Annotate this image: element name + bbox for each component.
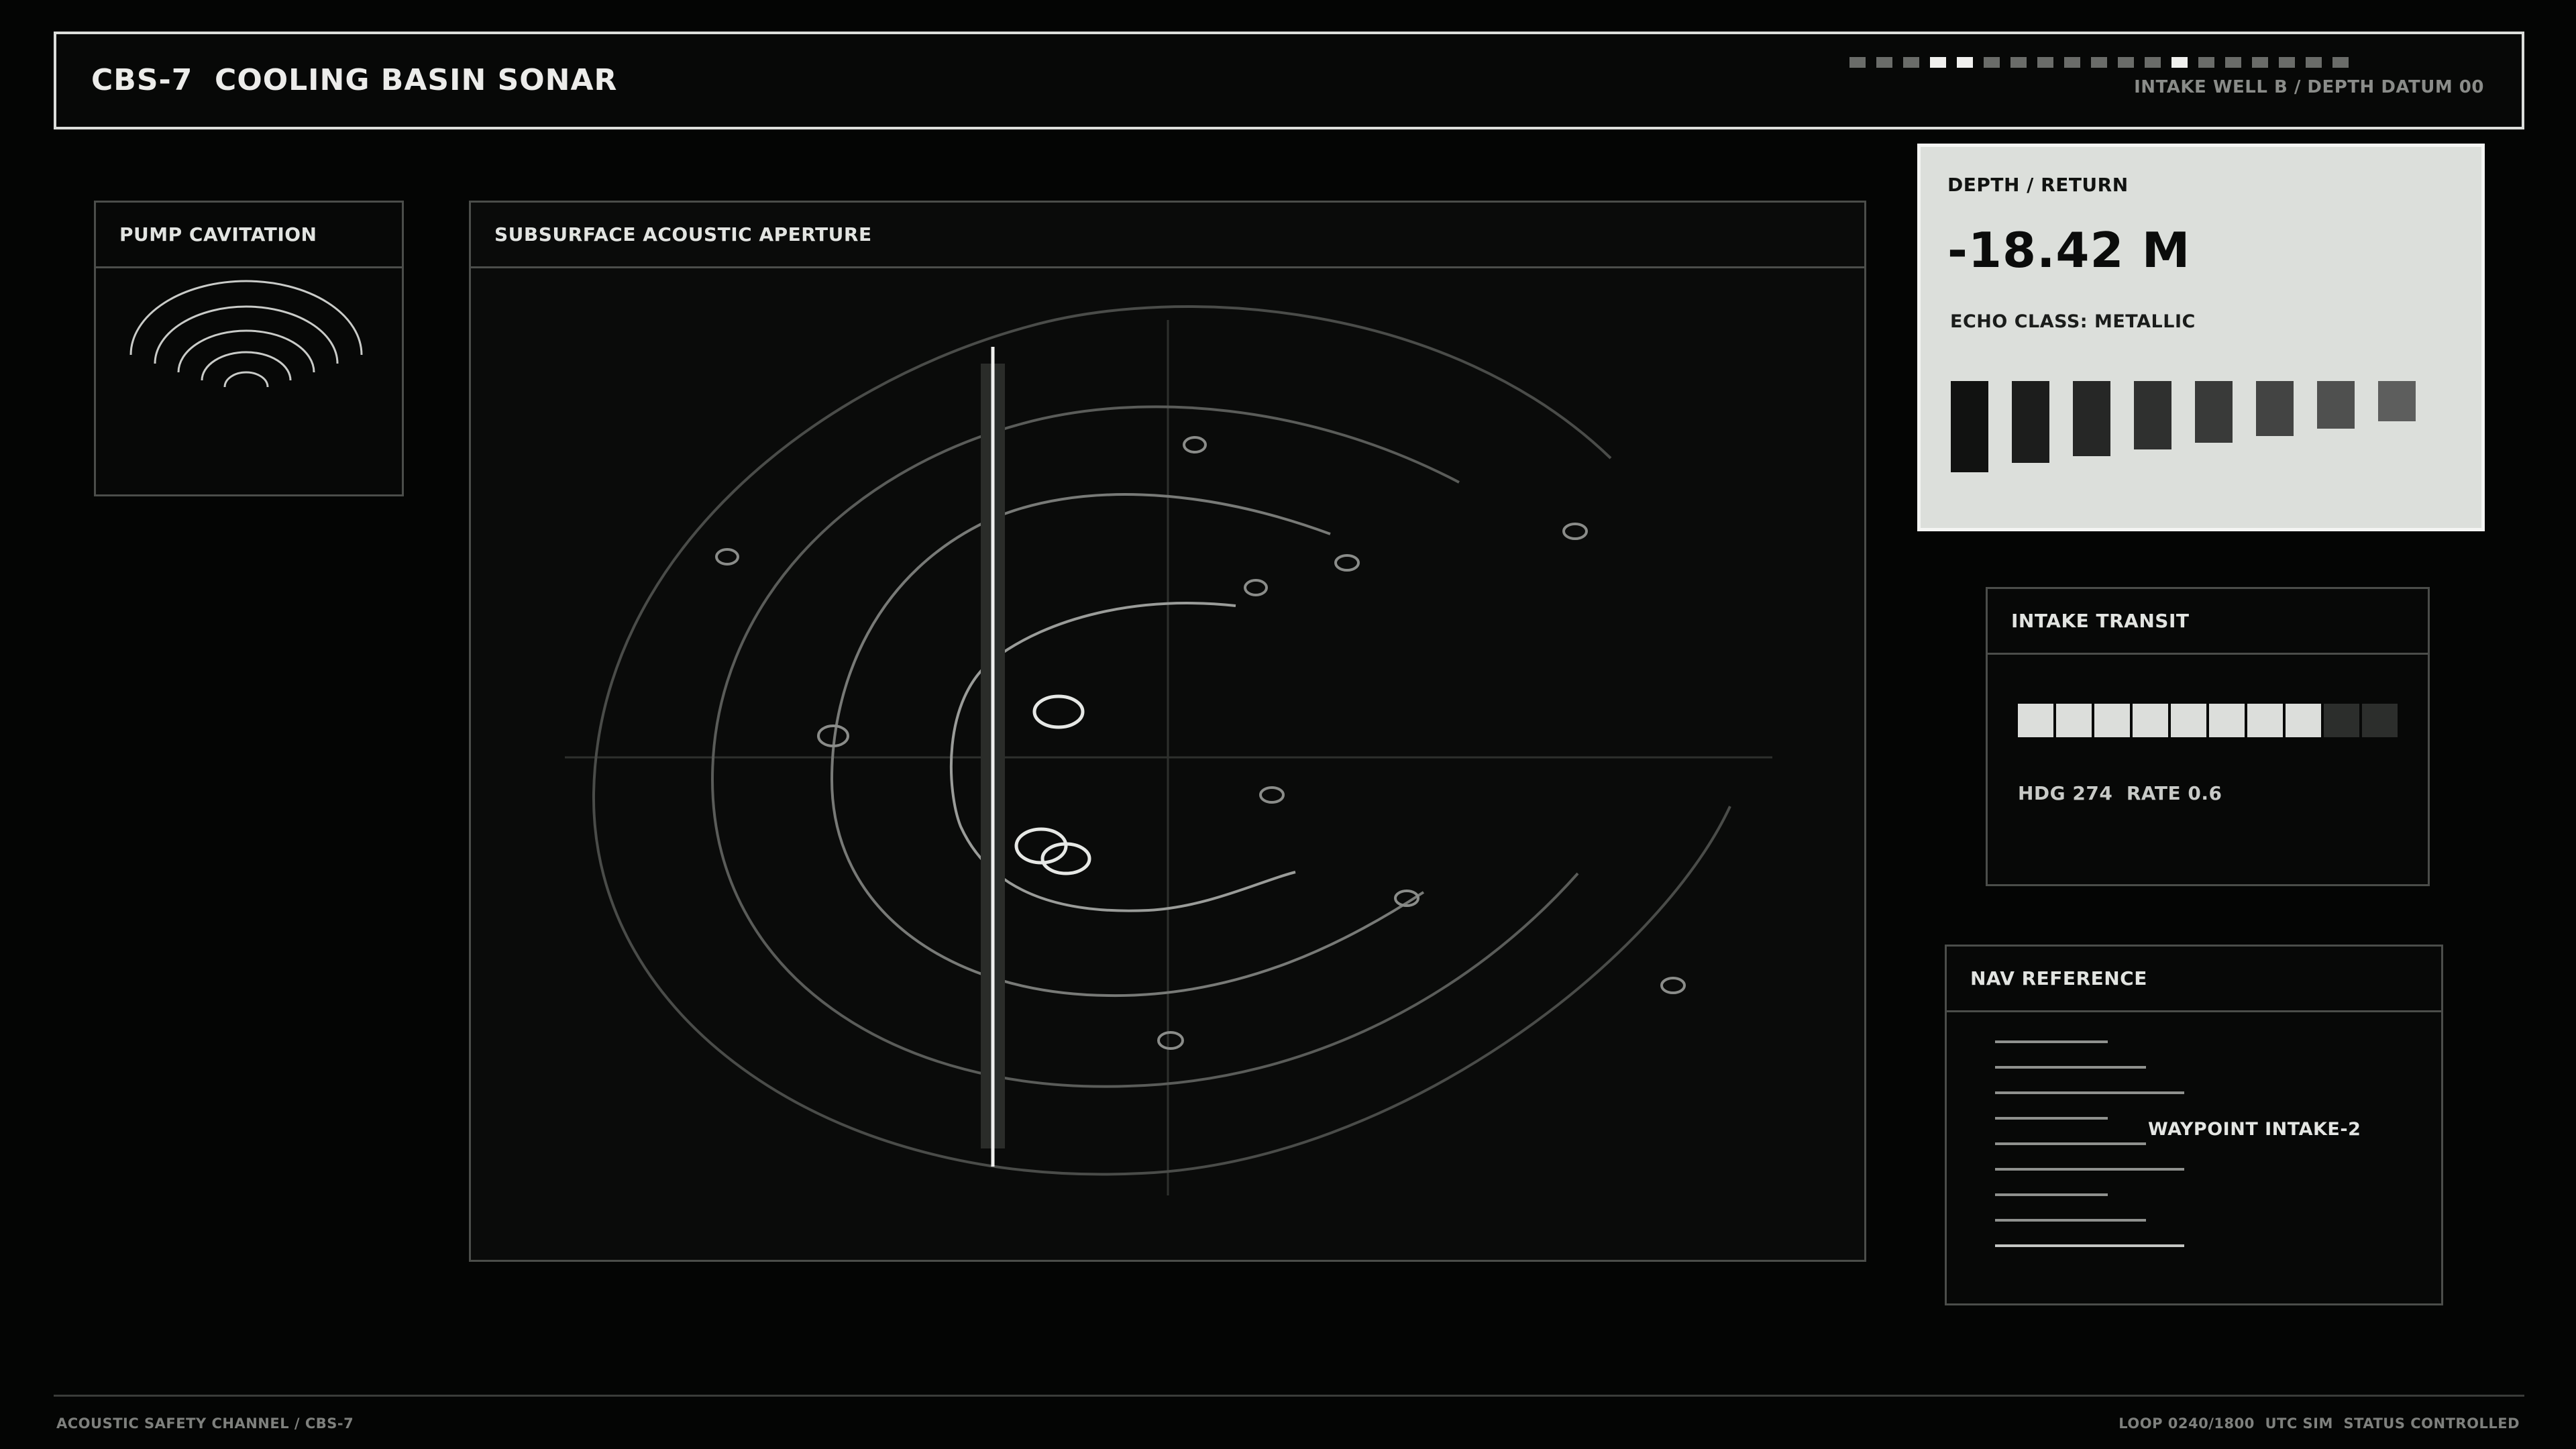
transit-segment <box>2056 704 2092 737</box>
echo-bar <box>2378 381 2416 421</box>
transit-segment <box>2362 704 2398 737</box>
transit-segment <box>2324 704 2359 737</box>
progress-dot <box>2091 57 2107 68</box>
echo-bar <box>2073 381 2110 456</box>
contact-marker <box>1183 436 1207 453</box>
footer-channel-label: ACOUSTIC SAFETY CHANNEL / CBS-7 <box>56 1415 354 1432</box>
waypoint-label: WAYPOINT INTAKE-2 <box>2148 1119 2361 1140</box>
nav-panel-title: NAV REFERENCE <box>1970 967 2147 989</box>
transit-segment <box>2209 704 2245 737</box>
transit-panel-title: INTAKE TRANSIT <box>2011 610 2190 632</box>
nav-line <box>1995 1117 2108 1120</box>
transit-readout: HDG 274 RATE 0.6 <box>2018 782 2222 804</box>
progress-dot <box>2145 57 2161 68</box>
progress-dot <box>2306 57 2322 68</box>
header-bar: CBS-7 COOLING BASIN SONAR INTAKE WELL B … <box>54 32 2524 129</box>
nav-reference-panel[interactable]: NAV REFERENCE WAYPOINT INTAKE-2 <box>1945 945 2443 1305</box>
sonar-ring-outer <box>592 305 1731 1176</box>
sonar-aperture-panel[interactable]: SUBSURFACE ACOUSTIC APERTURE <box>469 201 1866 1262</box>
progress-dot <box>2198 57 2214 68</box>
echo-bar <box>1951 381 1988 472</box>
nav-reference-lines <box>1995 1040 2196 1269</box>
app-title: CBS-7 COOLING BASIN SONAR <box>91 63 618 97</box>
progress-dot <box>1876 57 1892 68</box>
intake-transit-panel[interactable]: INTAKE TRANSIT HDG 274 RATE 0.6 <box>1986 587 2430 886</box>
nav-line <box>1995 1091 2184 1094</box>
progress-dot <box>1930 57 1946 68</box>
progress-dot <box>2171 57 2188 68</box>
echo-class-label: ECHO CLASS: METALLIC <box>1950 311 2196 332</box>
nav-line <box>1995 1219 2146 1222</box>
nav-line <box>1995 1066 2146 1069</box>
echo-level-bars <box>1951 381 2434 475</box>
cavitation-waves-icon <box>129 280 363 388</box>
pump-panel-title: PUMP CAVITATION <box>119 223 317 246</box>
depth-return-panel[interactable]: DEPTH / RETURN -18.42 M ECHO CLASS: META… <box>1917 144 2485 531</box>
nav-line <box>1995 1040 2108 1043</box>
progress-dot <box>2252 57 2268 68</box>
contact-marker <box>1157 1031 1184 1050</box>
echo-bar <box>2317 381 2355 429</box>
echo-bar <box>2134 381 2171 449</box>
pump-panel-header: PUMP CAVITATION <box>96 203 402 268</box>
contact-marker <box>1259 786 1285 804</box>
transit-segment <box>2133 704 2168 737</box>
progress-indicator <box>1849 57 2349 68</box>
progress-dot <box>1984 57 2000 68</box>
nav-line <box>1995 1193 2108 1196</box>
transit-progress-bar <box>2018 704 2398 737</box>
progress-dot <box>2332 57 2349 68</box>
transit-segment <box>2247 704 2283 737</box>
progress-dot <box>2037 57 2053 68</box>
transit-panel-header: INTAKE TRANSIT <box>1988 589 2428 655</box>
contact-marker <box>715 548 739 566</box>
contact-marker <box>1334 554 1360 572</box>
echo-bar <box>2256 381 2294 436</box>
transit-segment <box>2018 704 2053 737</box>
progress-dot <box>1903 57 1919 68</box>
progress-dot <box>2225 57 2241 68</box>
pump-cavitation-panel[interactable]: PUMP CAVITATION <box>94 201 404 496</box>
transit-segment <box>2094 704 2130 737</box>
sonar-display[interactable] <box>471 203 1864 1260</box>
progress-dot <box>1849 57 1866 68</box>
footer-divider <box>54 1395 2524 1397</box>
nav-panel-header: NAV REFERENCE <box>1947 947 2441 1012</box>
progress-dot <box>2010 57 2027 68</box>
progress-dot <box>2118 57 2134 68</box>
progress-dot <box>1957 57 1973 68</box>
depth-panel-title: DEPTH / RETURN <box>1947 174 2129 196</box>
echo-bar <box>2195 381 2233 443</box>
echo-bar <box>2012 381 2049 463</box>
transit-segment <box>2286 704 2321 737</box>
progress-dot <box>2064 57 2080 68</box>
nav-line <box>1995 1142 2146 1145</box>
depth-value: -18.42 M <box>1947 222 2191 278</box>
nav-line <box>1995 1244 2184 1247</box>
contact-marker <box>1562 523 1588 540</box>
transit-segment <box>2171 704 2206 737</box>
contact-marker <box>1244 579 1268 596</box>
header-subtitle: INTAKE WELL B / DEPTH DATUM 00 <box>2134 77 2484 97</box>
footer-status-label: LOOP 0240/1800 UTC SIM STATUS CONTROLLED <box>2118 1415 2520 1432</box>
sonar-ring-3 <box>710 405 1579 1088</box>
progress-dot <box>2279 57 2295 68</box>
primary-contact-marker <box>1032 694 1085 729</box>
nav-line <box>1995 1168 2184 1171</box>
sonar-ring-2 <box>830 493 1425 998</box>
contact-marker <box>1660 977 1686 994</box>
